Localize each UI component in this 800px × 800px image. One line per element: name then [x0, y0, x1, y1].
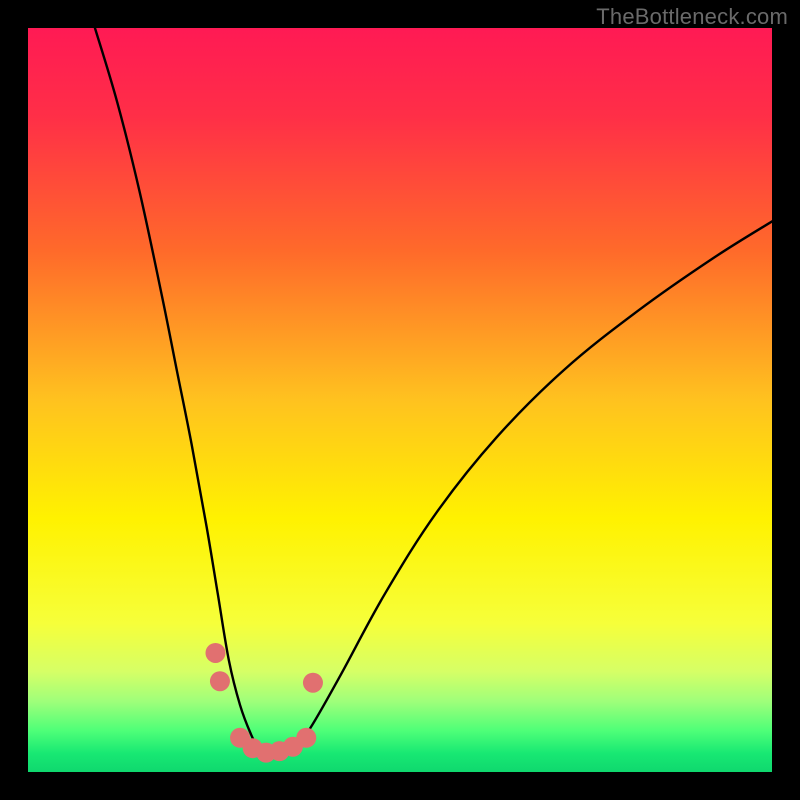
- gradient-background: [28, 28, 772, 772]
- plot-area: [28, 28, 772, 772]
- highlight-dot: [205, 643, 225, 663]
- watermark-text: TheBottleneck.com: [596, 4, 788, 30]
- highlight-dot: [296, 728, 316, 748]
- outer-frame: TheBottleneck.com: [0, 0, 800, 800]
- highlight-dot: [210, 671, 230, 691]
- chart-svg: [28, 28, 772, 772]
- highlight-dot: [303, 673, 323, 693]
